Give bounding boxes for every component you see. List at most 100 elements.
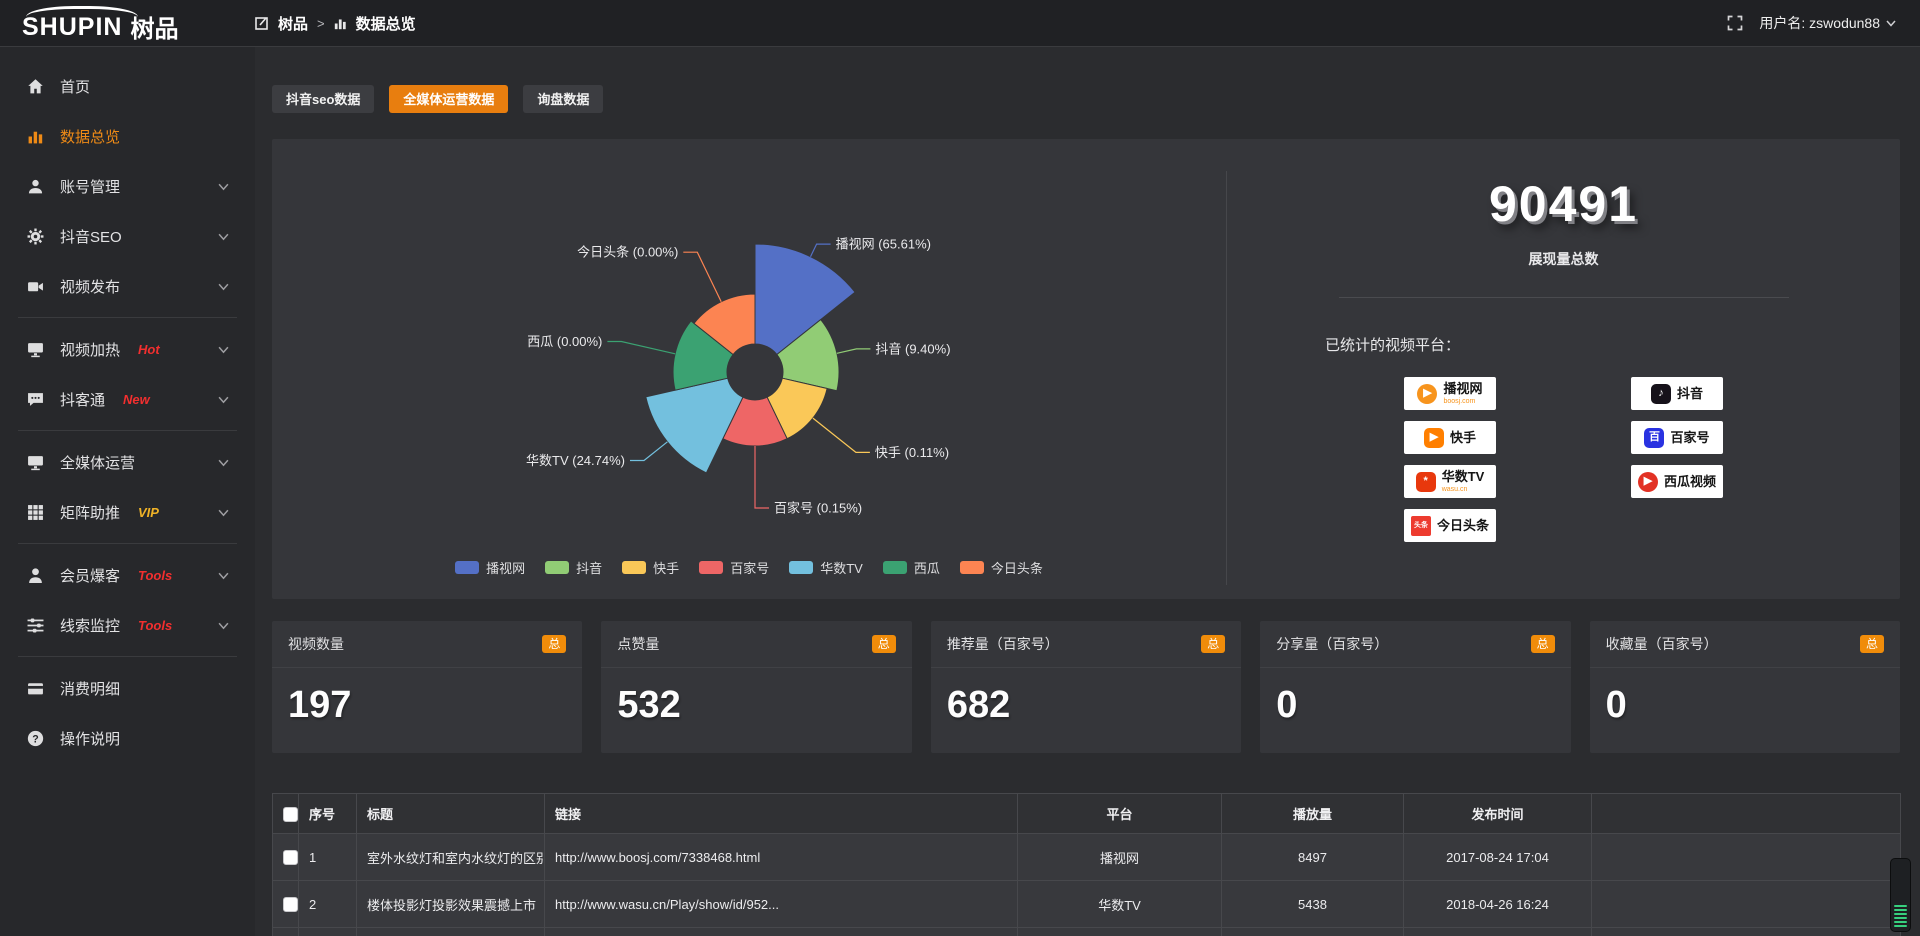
cell-time [1404,928,1592,936]
table-row-1: 2楼体投影灯投影效果震撼上市http://www.wasu.cn/Play/sh… [273,881,1901,928]
cell-index: 2 [299,881,357,928]
platform-badge-今日头条: 头条今日头条 [1404,509,1496,542]
top-bar: SHUPIN 树品 树品 > 数据总览 用户名: zswodun88 [0,0,1920,47]
legend-item-西瓜[interactable]: 西瓜 [883,558,940,577]
tab-2[interactable]: 询盘数据 [523,85,603,113]
legend-label: 播视网 [486,558,525,577]
platform-badges: ▶播视网boosj.com▶快手*华数TVwasu.cn头条今日头条 ♪抖音百百… [1404,377,1723,542]
fullscreen-icon[interactable] [1727,15,1743,31]
pie-slice-华数TV[interactable] [646,378,743,473]
question-icon: ? [26,730,44,747]
label-line-百家号 [755,446,769,508]
column-header-4: 播放量 [1222,794,1404,834]
sidebar-item-home[interactable]: 首页 [0,61,255,111]
pie-label-抖音: 抖音 (9.40%) [875,341,950,356]
label-line-西瓜 [607,342,675,354]
stat-card-header: 收藏量（百家号）总 [1590,621,1900,668]
table-body: 1室外水纹灯和室内水纹灯的区别和简介http://www.boosj.com/7… [273,834,1901,936]
row-checkbox-cell [273,881,299,928]
legend-item-百家号[interactable]: 百家号 [699,558,769,577]
chevron-down-icon [218,178,229,195]
legend-item-华数TV[interactable]: 华数TV [789,558,863,577]
total-badge: 总 [872,635,896,653]
user-menu[interactable]: 用户名: zswodun88 [1759,13,1896,33]
total-badge: 总 [1201,635,1225,653]
stat-card-header: 分享量（百家号）总 [1260,621,1570,668]
legend-item-今日头条[interactable]: 今日头条 [960,558,1043,577]
sidebar-divider [18,430,237,431]
sidebar-item-label: 抖音SEO [60,226,122,247]
pie-label-百家号: 百家号 (0.15%) [774,501,862,516]
cell-link[interactable]: http://www.boosj.com/7338468.html [545,834,1018,881]
cell-platform: 播视网 [1018,834,1222,881]
logo-suffix: 树品 [130,2,178,44]
tab-0[interactable]: 抖音seo数据 [272,85,374,113]
select-all-checkbox-cell [273,794,299,834]
stat-card-1: 点赞量总532 [601,621,911,753]
stat-card-label: 收藏量（百家号） [1606,634,1718,654]
legend-item-抖音[interactable]: 抖音 [545,558,602,577]
platform-badge-快手: ▶快手 [1404,421,1496,454]
table-header-row: 序号标题链接平台播放量发布时间 [273,794,1901,834]
cell-platform: 华数TV [1018,881,1222,928]
sidebar-item-douketong[interactable]: 抖客通 New [0,374,255,424]
select-all-checkbox[interactable] [283,807,298,822]
sidebar-item-label: 抖客通 [60,389,105,410]
cell-empty [1592,928,1901,936]
sidebar-item-badge: New [123,392,150,407]
tab-1[interactable]: 全媒体运营数据 [389,85,508,113]
sidebar-item-operation-guide[interactable]: ?操作说明 [0,713,255,763]
stat-card-4: 收藏量（百家号）总0 [1590,621,1900,753]
card-icon [26,680,44,697]
sidebar-item-douyin-seo[interactable]: 抖音SEO [0,211,255,261]
column-header-5: 发布时间 [1404,794,1592,834]
legend-item-播视网[interactable]: 播视网 [455,558,525,577]
stat-card-header: 视频数量总 [272,621,582,668]
breadcrumb-current: 数据总览 [356,13,416,34]
cell-title[interactable]: 室外水纹灯和室内水纹灯的区别和简介 [357,834,545,881]
sidebar-item-clue-monitor[interactable]: 线索监控Tools [0,600,255,650]
platform-name: 播视网 [1443,382,1482,396]
column-header-6 [1592,794,1901,834]
cell-time: 2017-08-24 17:04 [1404,834,1592,881]
row-checkbox[interactable] [283,897,298,912]
row-checkbox-cell [273,834,299,881]
sidebar-item-expense-detail[interactable]: 消费明细 [0,663,255,713]
bar-chart-icon [334,17,347,30]
sidebar-item-badge: Hot [138,342,160,357]
person-icon [26,567,44,584]
cell-title[interactable] [357,928,545,936]
sidebar-item-member-baoke[interactable]: 会员爆客Tools [0,550,255,600]
scrollbar-widget[interactable] [1890,858,1911,932]
platform-badge-西瓜视频: ▶西瓜视频 [1631,465,1723,498]
sidebar-item-label: 矩阵助推 [60,502,120,523]
cell-title[interactable]: 楼体投影灯投影效果震撼上市 [357,881,545,928]
row-checkbox[interactable] [283,850,298,865]
cell-link[interactable]: http://www.wasu.cn/Play/show/id/952... [545,881,1018,928]
sidebar-divider [18,317,237,318]
platform-col-right: ♪抖音百百家号▶西瓜视频 [1631,377,1723,542]
home-icon [26,78,44,95]
chart-bars-icon [26,128,44,145]
sidebar-item-account-manage[interactable]: 账号管理 [0,161,255,211]
breadcrumb-root[interactable]: 树品 [278,13,308,34]
cell-link[interactable] [545,928,1018,936]
column-header-2: 链接 [545,794,1018,834]
sidebar-item-video-publish[interactable]: 视频发布 [0,261,255,311]
legend-item-快手[interactable]: 快手 [622,558,679,577]
sidebar-item-label: 数据总览 [60,126,120,147]
sidebar-item-badge: Tools [138,618,172,633]
stat-card-value: 197 [272,668,582,727]
platform-badge-播视网: ▶播视网boosj.com [1404,377,1496,410]
sidebar-item-data-overview[interactable]: 数据总览 [0,111,255,161]
sidebar-item-video-heat[interactable]: 视频加热Hot [0,324,255,374]
column-header-1: 标题 [357,794,545,834]
chevron-down-icon [218,341,229,358]
stat-card-value: 0 [1260,668,1570,727]
platform-name: 西瓜视频 [1664,475,1716,489]
sidebar-item-media-operation[interactable]: 全媒体运营 [0,437,255,487]
pie-label-西瓜: 西瓜 (0.00%) [527,334,602,349]
label-line-华数TV [630,442,667,461]
sidebar-item-matrix-boost[interactable]: 矩阵助推VIP [0,487,255,537]
legend-label: 百家号 [730,558,769,577]
